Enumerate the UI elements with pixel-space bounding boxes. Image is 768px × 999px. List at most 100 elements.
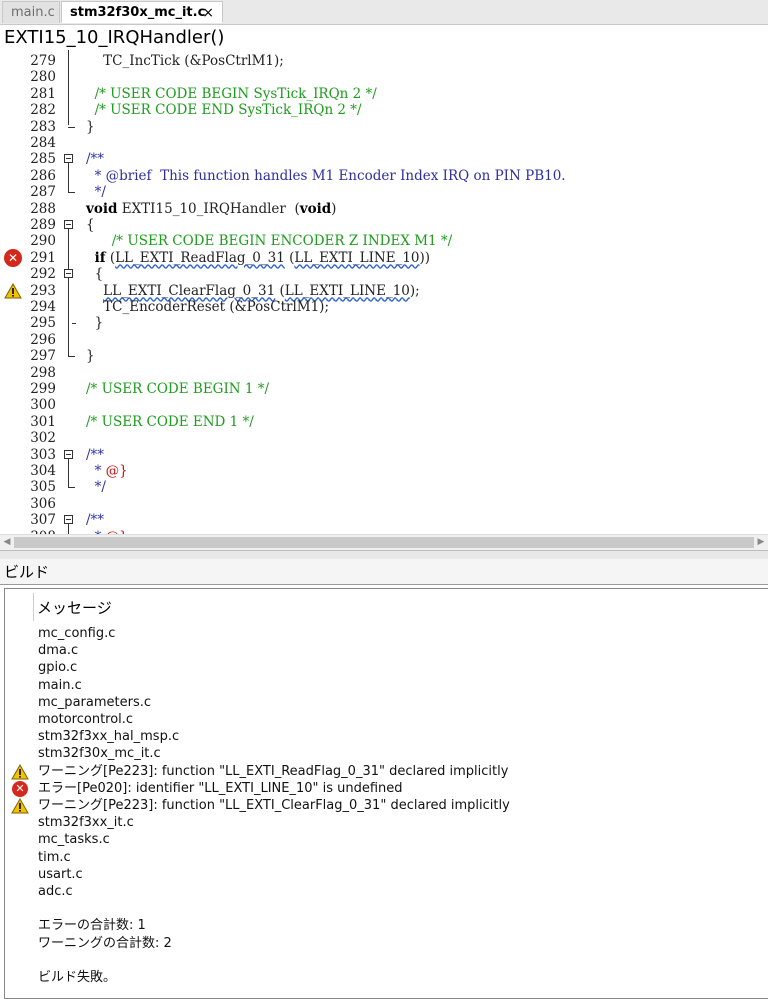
fold-guide — [68, 524, 69, 534]
code-line[interactable]: 281 /* USER CODE BEGIN SysTick_IRQn 2 */ — [0, 86, 768, 102]
build-message[interactable]: usart.c — [38, 866, 83, 883]
code-editor[interactable]: 279 TC_IncTick (&PosCtrlM1); 280 281 /* US… — [0, 50, 768, 534]
build-message[interactable]: mc_parameters.c — [38, 694, 151, 711]
build-message[interactable]: stm32f30x_mc_it.c — [38, 745, 161, 762]
code-line[interactable]: 280 — [0, 69, 768, 85]
scrollbar-thumb[interactable] — [14, 537, 754, 548]
tab-stm32f30x-mc-it-c[interactable]: stm32f30x_mc_it.c × — [61, 1, 223, 23]
build-message[interactable]: ワーニングの合計数: 2 — [38, 935, 172, 952]
scroll-left-icon[interactable]: ◀ — [2, 537, 12, 548]
line-number: 291 — [30, 249, 56, 266]
line-number: 282 — [30, 102, 56, 119]
fold-toggle-icon[interactable] — [64, 154, 73, 164]
code-line[interactable]: 301 /* USER CODE END 1 */ — [0, 414, 768, 430]
code-line[interactable]: 307 /** — [0, 512, 768, 528]
code-line[interactable]: 298 — [0, 365, 768, 381]
build-messages-pane[interactable]: メッセージ mc_config.c dma.c gpio.c main.c mc_par… — [4, 588, 768, 999]
fold-toggle-icon[interactable] — [64, 449, 73, 459]
horizontal-scrollbar[interactable]: ◀ ▶ — [0, 534, 768, 551]
code-text: /* USER CODE BEGIN ENCODER Z INDEX M1 */ — [86, 233, 453, 250]
fold-guide — [68, 126, 75, 128]
code-line[interactable]: 296 — [0, 332, 768, 348]
line-number: 307 — [30, 512, 56, 529]
code-line[interactable]: 283} — [0, 119, 768, 135]
line-number: 292 — [30, 266, 56, 283]
code-line[interactable]: 285 /** — [0, 151, 768, 167]
build-message[interactable]: mc_config.c — [38, 625, 115, 642]
build-message[interactable]: main.c — [38, 677, 82, 694]
code-line[interactable]: 288 void EXTI15_10_IRQHandler (void) — [0, 201, 768, 217]
tab-main-c[interactable]: main.c — [2, 1, 60, 23]
code-text: /** — [86, 447, 104, 463]
code-token: /* USER CODE BEGIN ENCODER Z INDEX M1 */ — [86, 233, 453, 250]
code-line[interactable]: 303 /** — [0, 447, 768, 463]
code-line[interactable]: 282 /* USER CODE END SysTick_IRQn 2 */ — [0, 102, 768, 118]
code-line[interactable]: 293 LL_EXTI_ClearFlag_0_31 (LL_EXTI_LINE… — [0, 282, 768, 299]
fold-toggle-icon[interactable] — [64, 220, 73, 229]
build-message[interactable]: ビルド失敗。 — [38, 969, 116, 986]
build-message[interactable]: dma.c — [38, 642, 78, 659]
code-line[interactable]: 286 * @brief This function handles M1 En… — [0, 168, 768, 184]
code-text: } — [86, 348, 95, 364]
code-text: /* USER CODE BEGIN SysTick_IRQn 2 */ — [86, 86, 377, 102]
code-line[interactable]: 291 if (LL_EXTI_ReadFlag_0_31 (LL_EXTI_L… — [0, 248, 768, 267]
line-number: 298 — [30, 364, 56, 381]
error-squiggle-token: LL_EXTI_LINE_10 — [284, 282, 410, 299]
code-line[interactable]: 289 { — [0, 217, 768, 233]
build-message[interactable]: tim.c — [38, 849, 71, 866]
build-message[interactable]: エラーの合計数: 1 — [38, 917, 146, 934]
code-line[interactable]: 299 /* USER CODE BEGIN 1 */ — [0, 381, 768, 397]
build-message[interactable]: stm32f3xx_hal_msp.c — [38, 728, 179, 745]
close-icon[interactable]: × — [202, 2, 214, 24]
code-token: */ — [86, 184, 106, 201]
error-icon[interactable]: ✕ — [4, 248, 22, 267]
code-text: void EXTI15_10_IRQHandler (void) — [86, 201, 336, 217]
code-line[interactable]: 305 */ — [0, 479, 768, 495]
code-line[interactable]: 297} — [0, 348, 768, 364]
code-line[interactable]: 306 — [0, 496, 768, 512]
line-number: 303 — [30, 446, 56, 463]
messages-column-header[interactable]: メッセージ — [37, 597, 112, 618]
code-text: * @brief This function handles M1 Encode… — [86, 168, 566, 184]
code-line[interactable]: 279 TC_IncTick (&PosCtrlM1); — [0, 53, 768, 69]
code-line[interactable]: 295 } — [0, 315, 768, 331]
tab-label: main.c — [11, 5, 55, 20]
line-number: 284 — [30, 135, 56, 151]
build-message[interactable]: mc_tasks.c — [38, 831, 110, 848]
build-message[interactable]: gpio.c — [38, 659, 77, 676]
code-line[interactable]: 294 TC_EncoderReset (&PosCtrlM1); — [0, 299, 768, 315]
code-line[interactable]: 284 — [0, 135, 768, 151]
line-number: 306 — [30, 495, 56, 512]
line-number: 305 — [30, 479, 56, 496]
code-line[interactable]: 287 */ — [0, 184, 768, 200]
build-pane-title: ビルド — [0, 559, 768, 585]
code-line[interactable]: 304 * @} — [0, 463, 768, 479]
error-squiggle-token: LL_EXTI_ClearFlag_0_31 — [103, 282, 276, 299]
line-number: 285 — [30, 151, 56, 168]
warning-icon[interactable] — [4, 282, 22, 299]
code-token: * — [86, 463, 106, 479]
code-line[interactable]: 302 — [0, 430, 768, 446]
error-message[interactable]: エラー[Pe020]: identifier "LL_EXTI_LINE_10"… — [38, 780, 403, 797]
scroll-right-icon[interactable]: ▶ — [756, 537, 766, 548]
code-line[interactable]: 300 — [0, 397, 768, 413]
code-line[interactable]: 290 /* USER CODE BEGIN ENCODER Z INDEX M… — [0, 233, 768, 249]
build-message[interactable]: stm32f3xx_it.c — [38, 814, 134, 831]
warning-icon — [11, 797, 29, 814]
build-message[interactable]: motorcontrol.c — [38, 711, 133, 728]
function-navigator[interactable]: EXTI15_10_IRQHandler() — [0, 25, 768, 50]
error-icon: ✕ — [12, 780, 28, 797]
code-text: */ — [86, 479, 106, 495]
code-text: TC_EncoderReset (&PosCtrlM1); — [86, 299, 329, 315]
code-token: void — [86, 200, 118, 217]
code-text: /* USER CODE END SysTick_IRQn 2 */ — [86, 102, 362, 118]
warning-message[interactable]: ワーニング[Pe223]: function "LL_EXTI_ReadFlag… — [38, 763, 508, 780]
build-message[interactable]: adc.c — [38, 883, 73, 900]
line-number: 302 — [30, 430, 56, 447]
editor-tab-bar: main.c stm32f30x_mc_it.c × — [0, 0, 768, 25]
code-line[interactable]: 292 { — [0, 266, 768, 282]
warning-message[interactable]: ワーニング[Pe223]: function "LL_EXTI_ClearFla… — [38, 797, 510, 814]
fold-toggle-icon[interactable] — [64, 269, 73, 279]
fold-toggle-icon[interactable] — [64, 515, 73, 525]
